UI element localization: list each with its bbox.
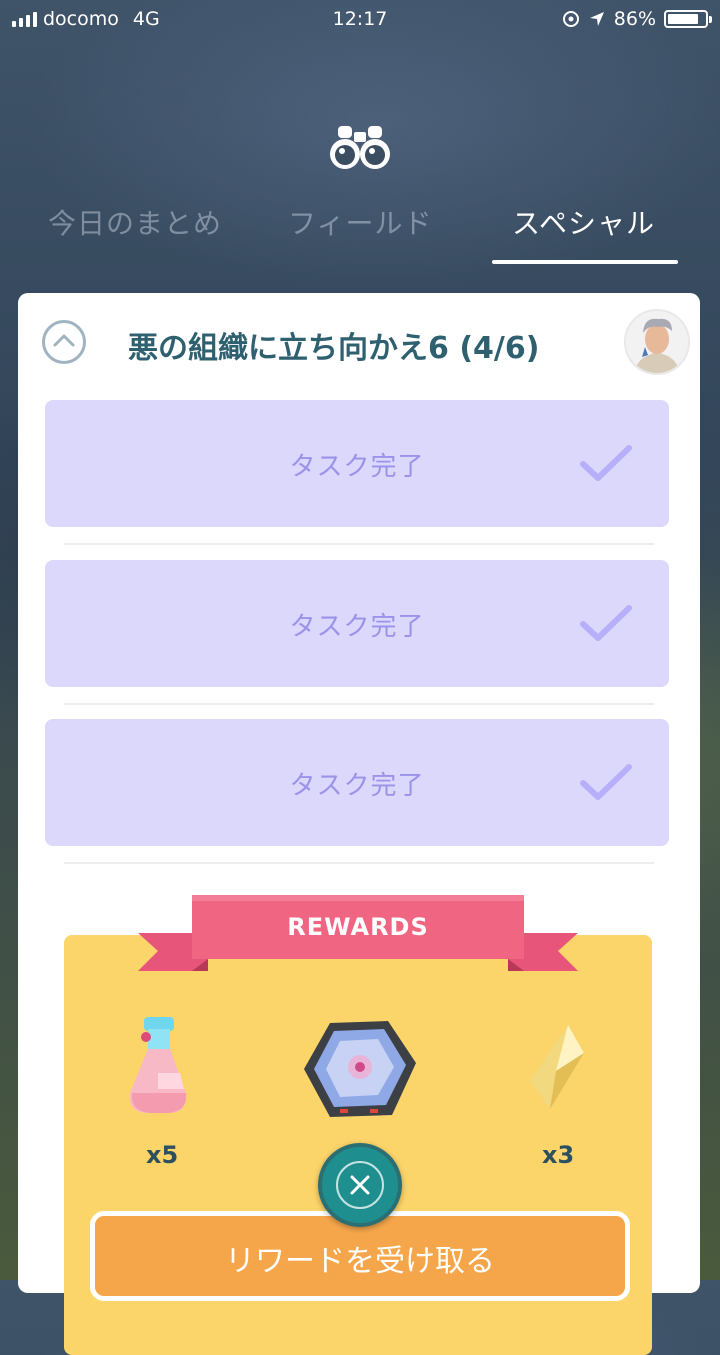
battery-icon [664,10,712,28]
divider [64,862,654,864]
task-status-label: タスク完了 [289,771,425,801]
reward-quantity: x3 [542,1141,575,1169]
binoculars-icon [330,126,390,169]
claim-rewards-label: リワードを受け取る [225,1244,495,1279]
chevron-up-icon [53,334,75,347]
checkmark-icon [580,445,632,481]
location-arrow-icon [589,12,604,26]
rewards-title: REWARDS [287,913,429,941]
hyper-potion-icon [129,1017,187,1113]
collapse-button[interactable] [42,320,86,364]
checkmark-icon [580,764,632,800]
reward-quantity: x5 [146,1141,179,1169]
battery-percent: 86% [613,8,656,30]
divider [64,543,654,545]
close-button[interactable] [318,1143,402,1227]
tab-special[interactable]: スペシャル [512,202,655,242]
golden-stardust-icon [530,1025,584,1109]
tab-today-summary[interactable]: 今日のまとめ [48,202,222,242]
task-status-label: タスク完了 [289,452,425,482]
status-bar: docomo 4G 12:17 86% [0,0,720,38]
tab-field[interactable]: フィールド [288,202,432,242]
tab-bar: 今日のまとめ フィールド スペシャル [0,198,720,268]
rocket-radar-icon [304,1021,416,1117]
quest-title: 悪の組織に立ち向かえ6 (4/6) [128,331,540,366]
task-item[interactable]: タスク完了 [45,400,669,527]
divider [64,703,654,705]
rotation-lock-icon [562,11,579,27]
task-status-label: タスク完了 [289,612,425,642]
close-icon [350,1175,370,1195]
checkmark-icon [580,605,632,641]
trainer-avatar [624,309,690,375]
task-item[interactable]: タスク完了 [45,560,669,687]
status-indicators: 86% [562,8,712,30]
active-tab-indicator [492,260,678,264]
task-item[interactable]: タスク完了 [45,719,669,846]
